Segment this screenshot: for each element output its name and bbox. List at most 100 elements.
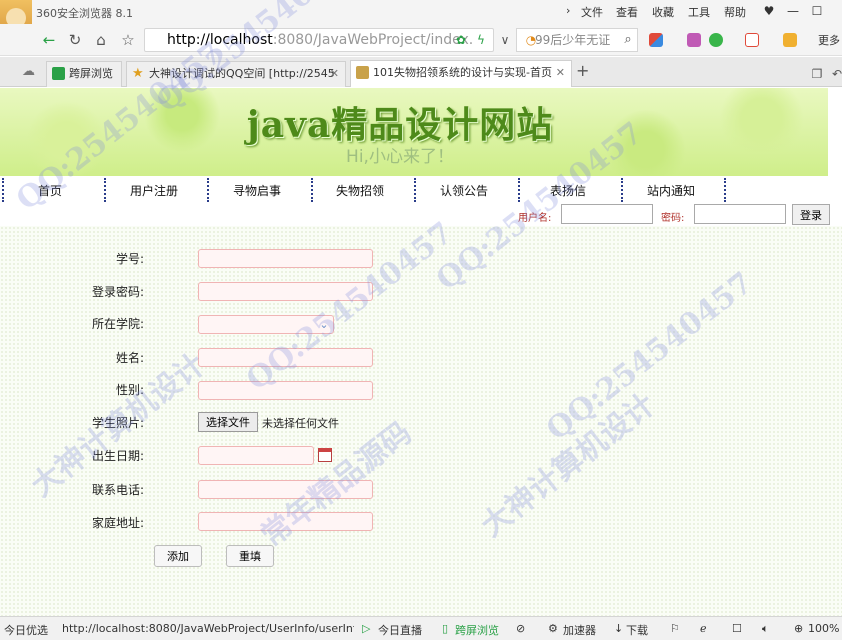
download-icon: ↓ [614,622,624,635]
phone-label: 联系电话: [91,483,144,497]
extension-icon[interactable] [687,33,701,47]
tab-label: 101失物招领系统的设计与实现-首页 [373,66,552,79]
nav-separator [621,178,623,202]
chevron-down-icon: ⌄ [319,318,329,331]
name-label: 姓名: [115,351,144,365]
site-banner: java精品设计网站 Hi,小心来了！ [0,88,828,176]
close-icon[interactable]: ✕ [556,61,565,85]
add-button[interactable]: 添加 [154,545,202,567]
home-icon[interactable]: ⌂ [90,29,112,51]
name-input[interactable] [198,348,373,367]
nav-separator [2,178,4,202]
wallet-icon[interactable] [783,33,797,47]
phone-input[interactable] [198,480,373,499]
cloud-sync-icon[interactable]: ☁ [22,64,35,79]
site-nav: 首页 用户注册 寻物启事 失物招领 认领公告 表扬信 站内通知 [0,176,828,204]
nav-site-notice[interactable]: 站内通知 [647,182,695,199]
close-icon[interactable]: ✕ [330,62,339,86]
tab-label: 大神设计调试的QQ空间 [http://2545 [149,67,335,80]
compat-mode-icon[interactable]: ✿ [450,29,472,51]
nav-separator [518,178,520,202]
college-select[interactable]: ⌄ [198,315,334,334]
menu-tools[interactable]: 工具 [688,4,710,20]
menu-view[interactable]: 查看 [616,4,638,20]
phone-icon [52,67,65,80]
site-title: java精品设计网站 [246,104,554,146]
calendar-icon[interactable] [318,448,332,462]
birthday-input[interactable] [198,446,314,465]
student-id-label: 学号: [115,252,144,266]
window-title: 360安全浏览器 8.1 [36,7,133,20]
play-icon: ▷ [362,622,371,635]
search-icon[interactable]: ⌕ [617,29,639,51]
login-username-label: 用户名: [518,213,552,224]
maximize-button[interactable]: ☐ [806,2,828,20]
address-input[interactable] [198,512,373,531]
password-input[interactable] [198,282,373,301]
student-id-input[interactable] [198,249,373,268]
menu-file[interactable]: 文件 [581,4,603,20]
status-bar: 今日优选 http://localhost:8080/JavaWebProjec… [0,616,842,640]
birthday-label: 出生日期: [91,449,144,463]
nav-lost-notice[interactable]: 寻物启事 [233,182,281,199]
tab-list-icon[interactable]: ❐ [806,63,828,85]
pin-icon[interactable]: ⚐ [670,622,680,635]
star-icon[interactable]: ☆ [117,29,139,51]
address-toolbar: ← ↻ ⌂ ☆ http://localhost:8080/JavaWebPro… [0,24,842,56]
nav-separator [207,178,209,202]
choose-file-button[interactable]: 选择文件 [198,412,258,432]
login-button[interactable]: 登录 [792,204,830,225]
window-titlebar: 360安全浏览器 8.1 › 文件 查看 收藏 工具 帮助 ♥ — ☐ [0,0,842,52]
tab-qq-space[interactable]: ★ 大神设计调试的QQ空间 [http://2545 ✕ [126,61,346,87]
phone-icon: ▯ [442,622,449,635]
cross-screen-browse[interactable]: 跨屏浏览 [455,622,499,638]
today-picks[interactable]: 今日优选 [4,622,48,638]
url-input[interactable]: http://localhost:8080/JavaWebProject/ind… [144,28,494,52]
refresh-icon[interactable]: ↻ [64,29,86,51]
speed-mode-icon[interactable]: ϟ [470,29,492,51]
tab-label: 跨屏浏览 [69,67,113,80]
url-path: :8080/JavaWebProject/index. [272,32,474,48]
nav-found-items[interactable]: 失物招领 [336,182,384,199]
zoom-icon: ⊕ [794,622,804,635]
new-tab-button[interactable]: + [576,61,589,80]
tab-lost-found-home[interactable]: 101失物招领系统的设计与实现-首页 ✕ [350,60,572,87]
menu-expand-icon[interactable]: › [566,4,570,17]
login-username-input[interactable] [561,204,653,224]
translate-icon[interactable] [709,33,723,47]
star-favicon-icon: ★ [132,66,144,81]
site-favicon-icon [356,66,369,79]
nav-home[interactable]: 首页 [38,182,62,199]
menu-help[interactable]: 帮助 [724,4,746,20]
zoom-level[interactable]: 100% [808,622,839,635]
photo-label: 学生照片: [91,416,144,430]
more-tools[interactable]: 更多 [818,32,840,48]
accelerator[interactable]: 加速器 [563,622,596,638]
menu-favorites[interactable]: 收藏 [652,4,674,20]
reset-button[interactable]: 重填 [226,545,274,567]
download[interactable]: 下载 [626,622,648,638]
nav-claim-notice[interactable]: 认领公告 [440,182,488,199]
gender-input[interactable] [198,381,373,400]
nav-register[interactable]: 用户注册 [130,182,178,199]
url-dropdown-icon[interactable]: ∨ [494,29,516,51]
today-live[interactable]: 今日直播 [378,622,422,638]
ie-mode-icon[interactable]: ℯ [700,622,707,635]
tab-cross-screen[interactable]: 跨屏浏览 [46,61,122,87]
volume-icon[interactable]: 🔈︎ [762,622,769,636]
skin-icon[interactable]: ♥ [758,2,780,20]
search-engine-icon[interactable]: ◔ [520,29,542,51]
gender-label: 性别: [115,383,144,397]
nav-thanks-letter[interactable]: 表扬信 [550,182,586,199]
site-subtitle: Hi,小心来了！ [346,147,454,167]
adblock-icon[interactable] [745,33,759,47]
apps-icon[interactable] [649,33,663,47]
window-icon[interactable]: ☐ [732,622,742,635]
speed-icon[interactable]: ⊘ [516,622,525,635]
tab-restore-icon[interactable]: ↶ [826,63,842,85]
login-bar: 用户名: 密码: 登录 [0,204,830,226]
login-password-input[interactable] [694,204,786,224]
back-arrow-icon[interactable]: ← [38,29,60,51]
hover-link-url: http://localhost:8080/JavaWebProject/Use… [62,622,354,635]
minimize-button[interactable]: — [782,2,804,20]
